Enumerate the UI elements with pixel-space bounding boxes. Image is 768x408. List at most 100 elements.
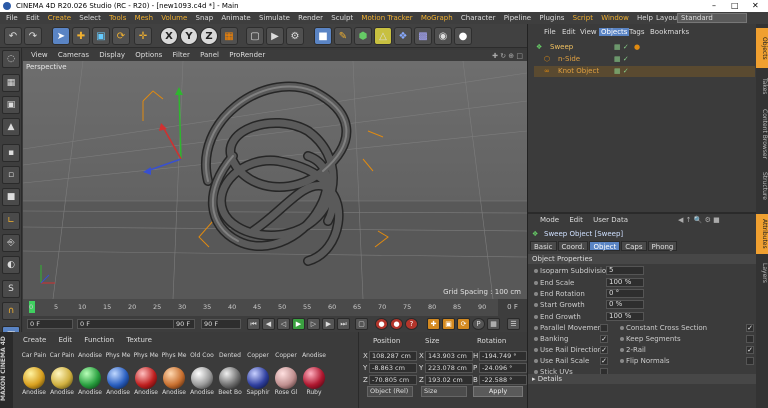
mat-menu-texture[interactable]: Texture: [126, 336, 152, 344]
object-row-nside[interactable]: ⬡ n-Side ▦ ✓: [534, 54, 755, 65]
prop-value[interactable]: 0 %: [606, 300, 644, 309]
workplane-icon[interactable]: ▲: [2, 118, 20, 136]
vp-menu-options[interactable]: Options: [135, 51, 162, 59]
menu-simulate[interactable]: Simulate: [259, 14, 290, 22]
menu-mesh[interactable]: Mesh: [135, 14, 153, 22]
material-swatch[interactable]: Anodise: [301, 352, 327, 360]
vp-menu-cameras[interactable]: Cameras: [58, 51, 89, 59]
go-to-end-icon[interactable]: ⏭: [337, 318, 350, 330]
texture-mode-icon[interactable]: ▣: [2, 96, 20, 114]
material-ball[interactable]: Anodise: [21, 366, 47, 397]
material-ball[interactable]: Anodise: [189, 366, 215, 397]
menu-help[interactable]: Help: [637, 14, 653, 22]
move-icon[interactable]: ✚: [72, 27, 90, 45]
material-swatch[interactable]: Copper: [273, 352, 299, 360]
position-z-field[interactable]: -70.805 cm: [369, 375, 417, 385]
tab-coord[interactable]: Coord.: [557, 241, 589, 251]
material-swatch[interactable]: Phys Me: [105, 352, 131, 360]
checkerboard-icon[interactable]: ▦: [2, 74, 20, 92]
menu-tools[interactable]: Tools: [109, 14, 126, 22]
close-icon[interactable]: ✕: [752, 0, 759, 12]
axis-mode-icon[interactable]: ∟: [2, 212, 20, 230]
material-ball[interactable]: Anodise: [133, 366, 159, 397]
om-menu-bookmarks[interactable]: Bookmarks: [650, 28, 689, 36]
pen-icon[interactable]: ✎: [334, 27, 352, 45]
prop-value[interactable]: 5: [606, 266, 644, 275]
key-scale-icon[interactable]: ▣: [442, 318, 455, 330]
start-frame-field[interactable]: 0 F: [27, 319, 73, 329]
checkbox[interactable]: ✓: [600, 346, 608, 354]
tweak-mode-icon[interactable]: ⎆: [2, 234, 20, 252]
menu-render[interactable]: Render: [298, 14, 323, 22]
tab-phong[interactable]: Phong: [647, 241, 678, 251]
side-tab-takes[interactable]: Takes: [756, 72, 768, 100]
camera-icon[interactable]: ◉: [434, 27, 452, 45]
visibility-check-icon[interactable]: ▦ ✓: [614, 66, 629, 77]
material-swatch[interactable]: Old Coo: [189, 352, 215, 360]
om-menu-view[interactable]: View: [580, 28, 597, 36]
render-settings-icon[interactable]: ⚙: [286, 27, 304, 45]
material-ball[interactable]: Ruby: [301, 366, 327, 397]
coordinate-system-icon[interactable]: ▦: [220, 27, 238, 45]
render-view-icon[interactable]: ▢: [246, 27, 264, 45]
checkbox[interactable]: [746, 357, 754, 365]
tab-basic[interactable]: Basic: [530, 241, 557, 251]
object-row-sweep[interactable]: ❖ Sweep ▦ ✓ ●: [534, 42, 755, 53]
rotation-h-field[interactable]: -194.749 °: [479, 351, 527, 361]
checkbox[interactable]: ✓: [600, 335, 608, 343]
menu-script[interactable]: Script: [573, 14, 593, 22]
next-frame-icon[interactable]: ▷: [307, 318, 320, 330]
magnet-icon[interactable]: ∩: [2, 302, 20, 320]
mat-menu-edit[interactable]: Edit: [59, 336, 73, 344]
material-ball[interactable]: Sapphir: [245, 366, 271, 397]
rotation-p-field[interactable]: -24.096 °: [479, 363, 527, 373]
undo-icon[interactable]: ↶: [4, 27, 22, 45]
material-swatch[interactable]: Car Pain: [21, 352, 47, 360]
om-menu-tags[interactable]: Tags: [629, 28, 645, 36]
render-picture-viewer-icon[interactable]: ▶: [266, 27, 284, 45]
material-swatch[interactable]: Dented: [217, 352, 243, 360]
play-icon[interactable]: ▶: [292, 318, 305, 330]
recent-tools-icon[interactable]: ✛: [134, 27, 152, 45]
autokey-icon[interactable]: ●: [390, 318, 403, 330]
side-tab-attributes[interactable]: Attributes: [756, 214, 768, 254]
menu-edit[interactable]: Edit: [26, 14, 40, 22]
prev-key-icon[interactable]: ◀: [262, 318, 275, 330]
material-ball[interactable]: Rose Gl: [273, 366, 299, 397]
material-swatch[interactable]: Phys Me: [161, 352, 187, 360]
attr-nav-icons[interactable]: ◀ ↑ 🔍 ⚙ ■: [678, 216, 720, 224]
menu-pipeline[interactable]: Pipeline: [504, 14, 531, 22]
size-y-field[interactable]: 223.078 cm: [425, 363, 473, 373]
material-swatch[interactable]: Copper: [245, 352, 271, 360]
vp-menu-view[interactable]: View: [31, 51, 48, 59]
prev-frame-icon[interactable]: ◁: [277, 318, 290, 330]
vp-menu-filter[interactable]: Filter: [173, 51, 190, 59]
deformer-icon[interactable]: △: [374, 27, 392, 45]
z-axis-lock-icon[interactable]: Z: [200, 27, 218, 45]
menu-volume[interactable]: Volume: [161, 14, 187, 22]
material-ball[interactable]: Beet Bo: [217, 366, 243, 397]
maximize-icon[interactable]: □: [731, 0, 739, 12]
polygons-mode-icon[interactable]: ■: [2, 188, 20, 206]
vp-menu-panel[interactable]: Panel: [200, 51, 219, 59]
menu-window[interactable]: Window: [601, 14, 629, 22]
menu-create[interactable]: Create: [48, 14, 71, 22]
apply-button[interactable]: Apply: [473, 386, 523, 397]
max-frame-field[interactable]: 90 F: [201, 319, 241, 329]
attr-menu-edit[interactable]: Edit: [569, 216, 583, 224]
layout-select[interactable]: Standard: [677, 13, 747, 23]
redo-icon[interactable]: ↷: [24, 27, 42, 45]
size-mode-select[interactable]: Size: [421, 386, 467, 397]
menu-plugins[interactable]: Plugins: [539, 14, 564, 22]
vp-menu-prorender[interactable]: ProRender: [229, 51, 265, 59]
key-position-icon[interactable]: ✚: [427, 318, 440, 330]
object-row-knot[interactable]: ∞ Knot Object ▦ ✓: [534, 66, 755, 77]
rotate-icon[interactable]: ⟳: [112, 27, 130, 45]
scale-icon[interactable]: ▣: [92, 27, 110, 45]
attr-menu-mode[interactable]: Mode: [540, 216, 559, 224]
timeline-ruler[interactable]: 0 5 10 15 20 25 30 35 40 45 50 55 60 65 …: [23, 299, 498, 316]
material-swatch[interactable]: Anodise: [77, 352, 103, 360]
soft-selection-icon[interactable]: ◐: [2, 256, 20, 274]
loop-icon[interactable]: ▢: [355, 318, 368, 330]
material-swatch[interactable]: Car Pain: [49, 352, 75, 360]
